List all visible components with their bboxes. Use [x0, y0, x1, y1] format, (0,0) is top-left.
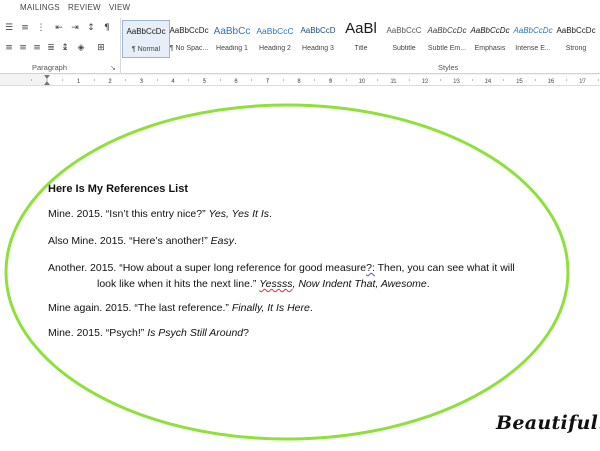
ref1-text: Mine. 2015. “Isn’t this entry nice?” — [48, 208, 209, 220]
style-name: Subtitle — [392, 45, 416, 52]
ref1-title: Yes, Yes It Is — [208, 208, 270, 220]
align-right-icon[interactable]: ≡ — [30, 42, 44, 54]
style-name: Heading 2 — [259, 45, 291, 52]
justify-icon[interactable]: ≣ — [44, 42, 58, 54]
increase-indent-icon[interactable]: ⇥ — [68, 22, 82, 34]
style-tile[interactable]: AaBbCcDc ¶ Normal — [122, 20, 170, 58]
tab-review[interactable]: REVIEW — [68, 3, 101, 12]
style-sample: AaBbCc — [213, 26, 251, 37]
spelling-error-mark[interactable]: Yessss — [259, 278, 292, 290]
ribbon-home: ☰ ≡ ⋮ ⇤ ⇥ ↕ ¶ ≡ ≡ ≡ ≣ ↨ ◈ ⊞ Paragraph ↘ … — [0, 16, 600, 74]
references-heading: Here Is My References List — [48, 183, 189, 195]
ref5-end: ? — [243, 327, 249, 339]
ref2-title: Easy — [210, 235, 234, 247]
ruler-number: 10 — [359, 79, 366, 85]
ref5-title: Is Psych Still Around — [147, 327, 244, 339]
style-name: Intense E... — [515, 45, 551, 52]
reference-entry-3-line-1: Another. 2015. “How about a super long r… — [48, 262, 515, 274]
numbering-icon[interactable]: ≡ — [18, 22, 32, 34]
ruler-number: 16 — [548, 79, 555, 85]
ref4-title: Finally, It Is Here — [231, 302, 310, 314]
align-left-icon[interactable]: ≡ — [2, 42, 16, 54]
style-tile[interactable]: AaBbCc Heading 1 — [208, 20, 256, 58]
style-name: Emphasis — [474, 45, 506, 52]
shading-icon[interactable]: ◈ — [74, 42, 88, 54]
ref3-end: . — [426, 278, 430, 290]
style-name: ¶ No Spac... — [169, 45, 209, 52]
style-tile[interactable]: AaBbCcDc Strong — [552, 20, 600, 58]
word-window: MAILINGS REVIEW VIEW ☰ ≡ ⋮ ⇤ ⇥ ↕ ¶ ≡ ≡ ≡… — [0, 0, 600, 451]
ref4-text: Mine again. 2015. “The last reference.” — [48, 302, 232, 314]
style-sample: AaBl — [345, 20, 377, 37]
ribbon-tab-bar: MAILINGS REVIEW VIEW — [0, 0, 600, 16]
style-sample: AaBbCcDc — [513, 26, 553, 35]
reference-entry-5: Mine. 2015. “Psych!” Is Psych Still Arou… — [48, 327, 249, 339]
style-tile[interactable]: AaBl Title — [337, 20, 385, 58]
line-spacing-icon[interactable]: ↨ — [58, 42, 72, 54]
paragraph-group-label: Paragraph — [32, 63, 68, 72]
borders-icon[interactable]: ⊞ — [94, 42, 108, 54]
style-sample: AaBbCcC — [386, 26, 422, 35]
ruler-ticks: 1 2 3 4 5 6 7 8 9 10 11 12 13 14 15 16 17 — [30, 75, 600, 85]
ruler-number: 17 — [579, 79, 586, 85]
paragraph-group: ☰ ≡ ⋮ ⇤ ⇥ ↕ ¶ ≡ ≡ ≡ ≣ ↨ ◈ ⊞ — [0, 16, 118, 64]
style-tile[interactable]: AaBbCcDc Intense E... — [509, 20, 557, 58]
style-name: Heading 1 — [216, 45, 248, 52]
style-sample: AaBbCcD — [300, 26, 336, 35]
style-name: Subtle Em... — [427, 45, 467, 52]
ref3-line2-text: look like when it hits the next line.” — [97, 278, 260, 290]
reference-entry-2: Also Mine. 2015. “Here’s another!” Easy. — [48, 235, 237, 247]
grammar-error-mark[interactable]: ?: — [366, 262, 375, 274]
style-sample: AaBbCcC — [256, 26, 294, 36]
multilevel-list-icon[interactable]: ⋮ — [34, 22, 48, 34]
style-tile[interactable]: AaBbCcD Heading 3 — [294, 20, 342, 58]
ref5-text: Mine. 2015. “Psych!” — [48, 327, 148, 339]
style-name: ¶ Normal — [131, 46, 161, 53]
style-sample: AaBbCcDc — [427, 26, 467, 35]
show-formatting-icon[interactable]: ¶ — [100, 22, 114, 34]
sort-icon[interactable]: ↕ — [84, 22, 98, 34]
document-page[interactable]: Here Is My References List Mine. 2015. “… — [0, 87, 600, 451]
ref4-end: . — [309, 302, 313, 314]
ruler-number: 11 — [390, 79, 397, 85]
ref1-end: . — [269, 208, 272, 220]
ref3-text: Another. 2015. “How about a super long r… — [48, 262, 367, 274]
beautiful-caption: Beautiful. — [496, 412, 600, 434]
ruler-number: 15 — [516, 79, 523, 85]
ref2-text: Also Mine. 2015. “Here’s another!” — [48, 235, 211, 247]
style-tile[interactable]: AaBbCcDc Emphasis — [466, 20, 514, 58]
ruler-number: 12 — [422, 79, 429, 85]
align-center-icon[interactable]: ≡ — [16, 42, 30, 54]
style-sample: AaBbCcDc — [169, 26, 209, 35]
style-tile[interactable]: AaBbCcDc Subtle Em... — [423, 20, 471, 58]
ref3-text-cont: Then, you can see what it will — [374, 262, 515, 274]
style-name: Strong — [565, 45, 587, 52]
style-sample: AaBbCcDc — [556, 26, 596, 35]
reference-entry-1: Mine. 2015. “Isn’t this entry nice?” Yes… — [48, 208, 272, 220]
ruler-number: 14 — [485, 79, 492, 85]
decrease-indent-icon[interactable]: ⇤ — [52, 22, 66, 34]
tab-view[interactable]: VIEW — [109, 3, 130, 12]
styles-group-label: Styles — [438, 63, 459, 72]
style-sample: AaBbCcDc — [470, 26, 510, 35]
style-name: Title — [354, 45, 368, 52]
styles-gallery: AaBbCcDc ¶ Normal AaBbCcDc ¶ No Spac... AaBb… — [122, 20, 596, 60]
style-tile[interactable]: AaBbCcC Heading 2 — [251, 20, 299, 58]
reference-entry-4: Mine again. 2015. “The last reference.” … — [48, 302, 313, 314]
horizontal-ruler[interactable]: 1 2 3 4 5 6 7 8 9 10 11 12 13 14 15 16 17 — [0, 74, 600, 86]
ref2-end: . — [233, 235, 237, 247]
ruler-number: 13 — [453, 79, 460, 85]
reference-entry-3-line-2: look like when it hits the next line.” Y… — [97, 278, 430, 290]
style-name: Heading 3 — [302, 45, 334, 52]
ref3-title: , Now Indent That, Awesome — [292, 278, 427, 290]
paragraph-dialog-launcher-icon[interactable]: ↘ — [110, 64, 116, 72]
tab-mailings[interactable]: MAILINGS — [20, 3, 60, 12]
group-divider — [120, 18, 121, 74]
style-sample: AaBbCcDc — [126, 27, 166, 36]
style-tile[interactable]: AaBbCcC Subtitle — [380, 20, 428, 58]
style-tile[interactable]: AaBbCcDc ¶ No Spac... — [165, 20, 213, 58]
bullets-icon[interactable]: ☰ — [2, 22, 16, 34]
